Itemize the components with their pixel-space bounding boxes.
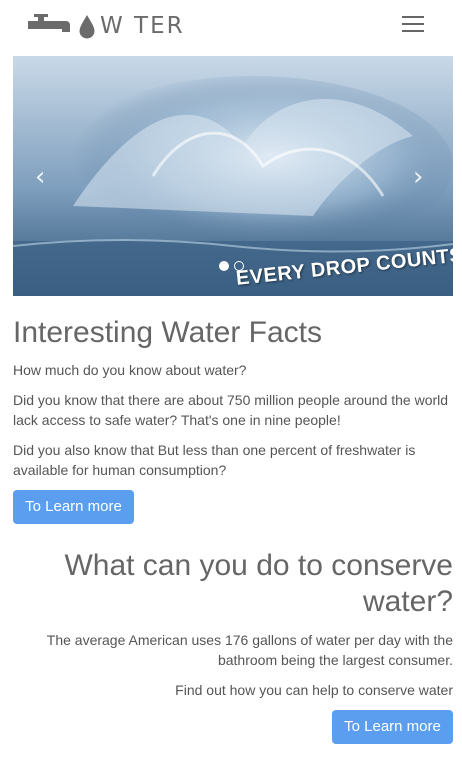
carousel-indicator-2[interactable] <box>234 261 244 271</box>
fact-paragraph-1: Did you know that there are about 750 mi… <box>13 392 449 428</box>
learn-more-button[interactable]: To Learn more <box>13 490 134 524</box>
logo[interactable]: W TER <box>28 10 185 42</box>
conserve-heading: What can you do to conserve water? <box>64 549 453 618</box>
fact-paragraph-2: Did you also know that But less than one… <box>13 442 416 478</box>
navbar: W TER <box>0 0 462 52</box>
hamburger-menu-icon[interactable] <box>402 16 426 34</box>
facts-heading: Interesting Water Facts <box>13 316 322 349</box>
help-paragraph: Find out how you can help to conserve wa… <box>175 682 453 698</box>
conserve-section: What can you do to conserve water? The a… <box>13 548 453 744</box>
faucet-icon <box>28 14 70 32</box>
hero-carousel: ‹ › EVERY DROP COUNTS <box>13 56 453 296</box>
facts-intro: How much do you know about water? <box>13 362 247 378</box>
logo-text: W TER <box>100 13 185 39</box>
water-drop-icon <box>79 14 95 39</box>
carousel-next-button[interactable]: › <box>413 164 423 190</box>
carousel-indicators <box>219 261 244 271</box>
usage-paragraph: The average American uses 176 gallons of… <box>46 632 453 668</box>
carousel-indicator-1[interactable] <box>219 261 229 271</box>
water-facts-section: Interesting Water Facts How much do you … <box>13 312 449 524</box>
conserve-learn-more-button[interactable]: To Learn more <box>332 710 453 744</box>
carousel-prev-button[interactable]: ‹ <box>35 164 45 190</box>
